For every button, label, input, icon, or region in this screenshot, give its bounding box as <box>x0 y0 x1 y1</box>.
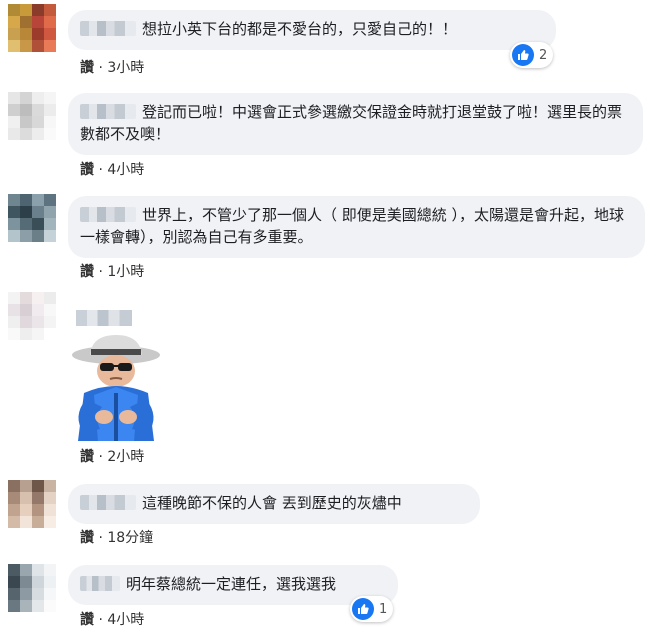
reaction-count: 2 <box>539 47 548 63</box>
comment-timestamp[interactable]: 3小時 <box>107 60 144 76</box>
commenter-name-blurred[interactable] <box>80 576 120 591</box>
comment-actions: 讚 · 3小時 <box>80 60 145 76</box>
comment-timestamp[interactable]: 4小時 <box>107 612 144 628</box>
thumbs-up-icon <box>512 44 534 66</box>
comment-timestamp[interactable]: 2小時 <box>107 449 144 465</box>
comment-timestamp[interactable]: 18分鐘 <box>107 530 153 546</box>
commenter-avatar[interactable] <box>8 92 56 140</box>
comment-actions: 讚 · 1小時 <box>80 264 145 280</box>
like-link[interactable]: 讚 <box>80 612 94 628</box>
comment-actions: 讚 · 4小時 <box>80 612 145 628</box>
like-link[interactable]: 讚 <box>80 530 94 546</box>
commenter-avatar[interactable] <box>8 292 56 340</box>
commenter-name-blurred[interactable] <box>80 495 136 510</box>
reaction-count-badge[interactable]: 1 <box>350 596 394 622</box>
commenter-avatar[interactable] <box>8 194 56 242</box>
comment-text: 世界上，不管少了那一個人（ 即便是美國總統 ），太陽還是會升起，地球一樣會轉），… <box>80 206 625 246</box>
comment-bubble: 想拉小英下台的都是不愛台的，只愛自己的！！ <box>68 10 556 50</box>
comment-text: 明年蔡總統一定連任，選我選我 <box>126 575 337 593</box>
reaction-count: 1 <box>379 601 388 617</box>
comment-bubble: 世界上，不管少了那一個人（ 即便是美國總統 ），太陽還是會升起，地球一樣會轉），… <box>68 196 645 258</box>
like-link[interactable]: 讚 <box>80 60 94 76</box>
commenter-name-blurred[interactable] <box>76 310 132 326</box>
reaction-count-badge[interactable]: 2 <box>510 42 554 68</box>
comment-timestamp[interactable]: 4小時 <box>107 162 144 178</box>
sticker-image[interactable] <box>64 333 164 445</box>
comment-bubble: 登記而已啦！中選會正式參選繳交保證金時就打退堂鼓了啦！選里長的票數都不及噢！ <box>68 93 643 155</box>
comment-text: 登記而已啦！中選會正式參選繳交保證金時就打退堂鼓了啦！選里長的票數都不及噢！ <box>80 103 623 143</box>
commenter-avatar[interactable] <box>8 480 56 528</box>
comment-text: 這種晚節不保的人會 丟到歷史的灰燼中 <box>142 494 402 512</box>
like-link[interactable]: 讚 <box>80 162 94 178</box>
commenter-avatar[interactable] <box>8 4 56 52</box>
like-link[interactable]: 讚 <box>80 264 94 280</box>
commenter-name-blurred[interactable] <box>80 207 136 222</box>
comment-text: 想拉小英下台的都是不愛台的，只愛自己的！！ <box>142 20 458 38</box>
comment-actions: 讚 · 2小時 <box>80 449 145 465</box>
comment-timestamp[interactable]: 1小時 <box>107 264 144 280</box>
comment-bubble: 明年蔡總統一定連任，選我選我 <box>68 565 398 605</box>
comment-bubble: 這種晚節不保的人會 丟到歷史的灰燼中 <box>68 484 480 524</box>
commenter-avatar[interactable] <box>8 564 56 612</box>
commenter-name-blurred[interactable] <box>80 104 136 119</box>
comment-actions: 讚 · 4小時 <box>80 162 145 178</box>
comment-actions: 讚 · 18分鐘 <box>80 530 154 546</box>
thumbs-up-icon <box>352 598 374 620</box>
like-link[interactable]: 讚 <box>80 449 94 465</box>
commenter-name-blurred[interactable] <box>80 21 136 36</box>
